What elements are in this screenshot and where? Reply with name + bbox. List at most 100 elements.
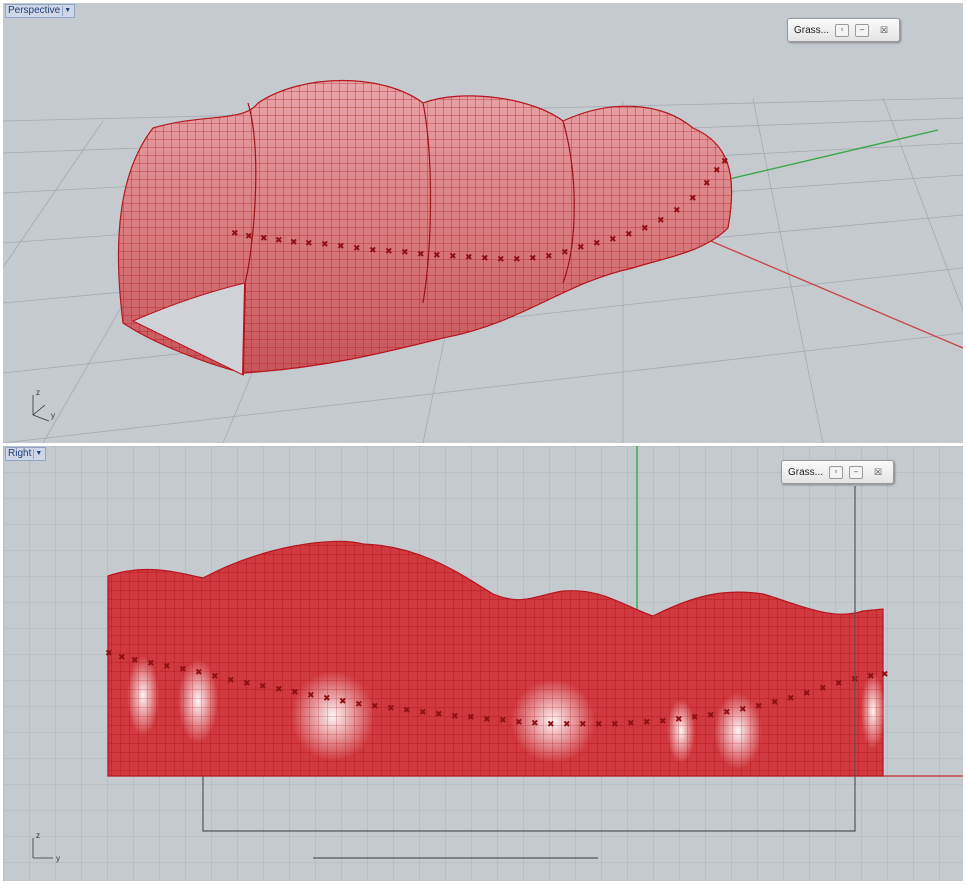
svg-text:✖: ✖	[323, 694, 331, 704]
svg-text:✖: ✖	[593, 239, 601, 249]
svg-text:✖: ✖	[433, 251, 441, 261]
svg-text:✖: ✖	[561, 248, 569, 258]
viewport-title-perspective[interactable]: Perspective ▼	[5, 4, 76, 18]
perspective-scene: ✖ ✖ ✖ ✖ ✖ ✖ ✖ ✖ ✖ ✖ ✖ ✖ ✖ ✖ ✖ ✖ ✖ ✖ ✖ ✖ ✖ ✖ ✖ ✖ ✖ ✖✖✖ ✖✖✖✖ …	[3, 79, 963, 443]
viewport-menu-arrow-icon[interactable]: ▼	[33, 449, 43, 459]
viewport-name: Right	[8, 448, 32, 459]
right-scene: ✖ ✖ ✖ ✖ ✖ ✖ ✖ ✖ ✖ ✖ ✖ ✖ ✖ ✖ ✖ ✖ ✖ ✖ ✖ ✖ ✖ ✖ ✖ ✖ ✖ ✖ ✖ ✖ ✖ ✖ ✖ ✖ …	[3, 446, 963, 881]
svg-text:✖: ✖	[290, 238, 298, 248]
panel-title: Grass...	[794, 24, 830, 36]
svg-text:✖: ✖	[231, 229, 239, 239]
svg-text:✖: ✖	[819, 684, 827, 694]
svg-text:✖: ✖	[867, 672, 875, 682]
svg-text:✖: ✖	[337, 242, 345, 252]
svg-text:✖: ✖	[713, 166, 721, 176]
svg-text:✖: ✖	[275, 236, 283, 246]
svg-text:✖: ✖	[245, 232, 253, 242]
svg-text:✖: ✖	[739, 705, 747, 715]
svg-text:✖: ✖	[435, 710, 443, 720]
svg-text:✖: ✖	[627, 719, 635, 729]
viewport-menu-arrow-icon[interactable]: ▼	[62, 6, 72, 16]
svg-text:✖: ✖	[881, 670, 889, 680]
gizmo-y-label: y	[51, 411, 55, 420]
svg-text:✖: ✖	[673, 206, 681, 216]
svg-text:✖: ✖	[643, 718, 651, 728]
svg-text:✖: ✖	[321, 240, 329, 250]
svg-text:✖: ✖	[371, 702, 379, 712]
svg-text:✖: ✖	[131, 656, 139, 666]
svg-text:✖: ✖	[243, 679, 251, 689]
perspective-viewport[interactable]: Perspective ▼ Grass... ▫ – ☒ ✖ ✖ ✖ ✖ ✖ ✖…	[3, 3, 963, 443]
svg-text:✖: ✖	[467, 713, 475, 723]
svg-text:✖: ✖	[275, 685, 283, 695]
svg-text:✖: ✖	[835, 679, 843, 689]
svg-text:✖: ✖	[211, 672, 219, 682]
svg-text:✖: ✖	[483, 715, 491, 725]
svg-text:✖: ✖	[625, 230, 633, 240]
svg-text:✖: ✖	[657, 216, 665, 226]
svg-text:✖: ✖	[369, 246, 377, 256]
svg-text:✖: ✖	[417, 250, 425, 260]
svg-text:✖: ✖	[721, 157, 729, 167]
grasshopper-preview-panel[interactable]: Grass... ▫ – ☒	[787, 18, 901, 42]
svg-text:✖: ✖	[497, 255, 505, 265]
svg-text:✖: ✖	[659, 717, 667, 727]
svg-text:✖: ✖	[803, 689, 811, 699]
viewport-title-right[interactable]: Right ▼	[5, 447, 47, 461]
svg-text:✖: ✖	[385, 247, 393, 257]
svg-text:✖: ✖	[499, 716, 507, 726]
svg-text:✖: ✖	[451, 712, 459, 722]
restore-icon[interactable]: ▫	[829, 465, 844, 479]
gizmo-z-label: z	[36, 388, 40, 397]
close-icon[interactable]: ☒	[875, 25, 893, 36]
svg-text:✖: ✖	[355, 700, 363, 710]
svg-text:✖: ✖	[723, 708, 731, 718]
svg-text:✖: ✖	[227, 676, 235, 686]
svg-text:✖: ✖	[531, 719, 539, 729]
svg-text:✖: ✖	[675, 715, 683, 725]
right-viewport[interactable]: Right ▼ Grass... ▫ – ☒ ✖ ✖ ✖ ✖ ✖ ✖ ✖ ✖ ✖…	[3, 446, 963, 881]
svg-text:✖: ✖	[787, 694, 795, 704]
axis-gizmo-perspective	[32, 395, 50, 422]
viewport-name: Perspective	[8, 5, 61, 16]
svg-text:✖: ✖	[105, 649, 113, 659]
gizmo-y-label: y	[56, 854, 60, 863]
svg-text:✖: ✖	[691, 713, 699, 723]
svg-text:✖: ✖	[449, 252, 457, 262]
svg-text:✖: ✖	[595, 720, 603, 730]
svg-text:✖: ✖	[387, 704, 395, 714]
svg-text:✖: ✖	[547, 720, 555, 730]
svg-text:✖: ✖	[291, 688, 299, 698]
svg-text:✖: ✖	[403, 706, 411, 716]
svg-text:✖: ✖	[689, 194, 697, 204]
svg-text:✖: ✖	[611, 720, 619, 730]
svg-text:✖: ✖	[307, 691, 315, 701]
svg-text:✖: ✖	[771, 698, 779, 708]
svg-text:✖: ✖	[419, 708, 427, 718]
svg-text:✖: ✖	[609, 235, 617, 245]
minimize-icon[interactable]: –	[849, 465, 864, 479]
svg-text:✖: ✖	[707, 711, 715, 721]
svg-text:✖: ✖	[515, 718, 523, 728]
svg-text:✖: ✖	[339, 697, 347, 707]
svg-text:✖: ✖	[260, 234, 268, 244]
svg-text:✖: ✖	[401, 248, 409, 258]
svg-text:✖: ✖	[163, 662, 171, 672]
rhino-window: Perspective ▼ Grass... ▫ – ☒ ✖ ✖ ✖ ✖ ✖ ✖…	[0, 0, 966, 884]
svg-text:✖: ✖	[147, 659, 155, 669]
restore-icon[interactable]: ▫	[835, 23, 850, 37]
svg-text:✖: ✖	[703, 179, 711, 189]
grasshopper-preview-panel[interactable]: Grass... ▫ – ☒	[781, 460, 895, 484]
svg-text:✖: ✖	[195, 668, 203, 678]
svg-text:✖: ✖	[118, 653, 126, 663]
svg-text:✖: ✖	[305, 239, 313, 249]
svg-text:✖: ✖	[259, 682, 267, 692]
svg-text:✖: ✖	[513, 255, 521, 265]
minimize-icon[interactable]: –	[855, 23, 870, 37]
svg-text:✖: ✖	[641, 224, 649, 234]
svg-text:✖: ✖	[353, 244, 361, 254]
surface-perspective	[117, 79, 733, 376]
close-icon[interactable]: ☒	[869, 467, 887, 478]
svg-text:✖: ✖	[529, 254, 537, 264]
svg-text:✖: ✖	[179, 665, 187, 675]
